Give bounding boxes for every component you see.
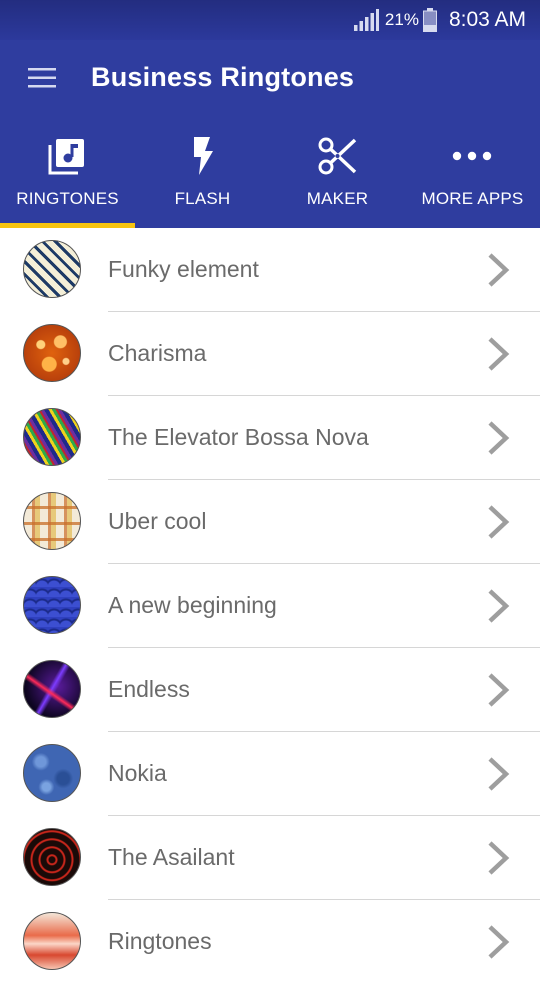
list-item[interactable]: Charisma	[0, 312, 540, 396]
ringtone-thumbnail	[23, 492, 81, 550]
ringtone-title: Uber cool	[108, 508, 207, 534]
ringtone-title: Ringtones	[108, 928, 212, 954]
list-item[interactable]: Funky element	[0, 228, 540, 312]
ringtone-thumbnail	[23, 576, 81, 634]
chevron-right-icon	[488, 337, 510, 371]
tab-flash[interactable]: FLASH	[135, 118, 270, 228]
list-item[interactable]: Ringtones	[0, 900, 540, 984]
tab-more-apps[interactable]: MORE APPS	[405, 118, 540, 228]
status-bar-right: 21% 8:03 AM	[353, 0, 526, 40]
list-item[interactable]: The Asailant	[0, 816, 540, 900]
ringtone-thumbnail	[23, 324, 81, 382]
ringtone-title: Charisma	[108, 340, 207, 366]
hamburger-menu-icon[interactable]	[28, 68, 56, 93]
ringtone-title: Nokia	[108, 760, 167, 786]
app-title: Business Ringtones	[91, 62, 355, 92]
tab-maker[interactable]: MAKER	[270, 118, 405, 228]
chevron-right-icon	[488, 757, 510, 791]
lightning-bolt-icon	[182, 136, 222, 176]
music-library-icon	[47, 136, 87, 176]
ringtone-thumbnail	[23, 240, 81, 298]
list-item[interactable]: Nokia	[0, 732, 540, 816]
ringtone-thumbnail	[23, 744, 81, 802]
list-item[interactable]: A new beginning	[0, 564, 540, 648]
list-item[interactable]: Endless	[0, 648, 540, 732]
chevron-right-icon	[488, 253, 510, 287]
status-bar: 21% 8:03 AM	[0, 0, 540, 40]
ringtone-title: Funky element	[108, 256, 259, 282]
tab-label: MORE APPS	[421, 189, 524, 208]
ringtone-thumbnail	[23, 660, 81, 718]
chevron-right-icon	[488, 925, 510, 959]
tab-bar: RINGTONES FLASH MAKER MORE APPS	[0, 118, 540, 228]
tab-label: MAKER	[306, 189, 369, 208]
signal-icon	[353, 9, 379, 31]
chevron-right-icon	[488, 589, 510, 623]
ringtone-thumbnail	[23, 912, 81, 970]
battery-percent: 21%	[384, 10, 419, 29]
clock: 8:03 AM	[448, 8, 526, 31]
ringtone-title: A new beginning	[108, 592, 277, 618]
tab-label: FLASH	[174, 189, 231, 208]
chevron-right-icon	[488, 505, 510, 539]
tab-ringtones[interactable]: RINGTONES	[0, 118, 135, 228]
ringtone-title: Endless	[108, 676, 190, 702]
chevron-right-icon	[488, 841, 510, 875]
list-item[interactable]: The Elevator Bossa Nova	[0, 396, 540, 480]
list-item[interactable]: Uber cool	[0, 480, 540, 564]
ringtone-title: The Elevator Bossa Nova	[108, 424, 369, 450]
scissors-icon	[317, 136, 357, 176]
more-dots-icon	[452, 136, 492, 176]
chevron-right-icon	[488, 673, 510, 707]
chevron-right-icon	[488, 421, 510, 455]
ringtone-title: The Asailant	[108, 844, 235, 870]
app-bar: Business Ringtones	[0, 40, 540, 118]
ringtone-thumbnail	[23, 828, 81, 886]
tab-label: RINGTONES	[16, 189, 119, 208]
ringtone-list: Funky element Charisma The Elevator Boss…	[0, 228, 540, 984]
battery-icon	[422, 8, 437, 32]
ringtone-thumbnail	[23, 408, 81, 466]
